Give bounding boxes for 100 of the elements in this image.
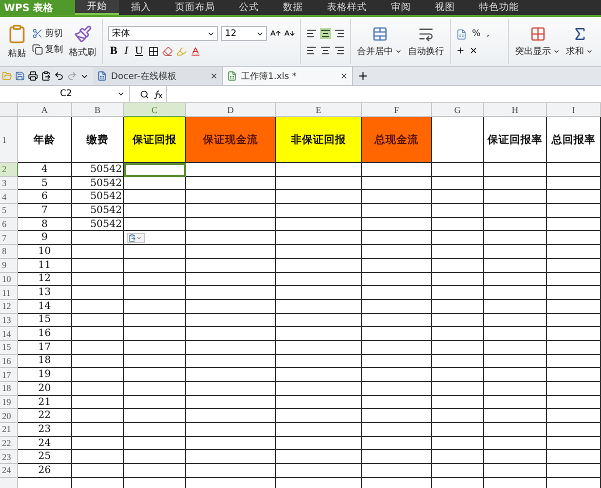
table-cell [124, 340, 186, 355]
row-header[interactable]: 19 [0, 396, 18, 410]
row-header[interactable]: 6 [0, 218, 18, 232]
align-middle-icon[interactable] [320, 28, 331, 38]
percent-button[interactable]: % [471, 29, 482, 39]
document-tab[interactable]: 工作簿1.xls * [223, 67, 353, 85]
row-header[interactable]: 11 [0, 286, 18, 300]
highlight-button[interactable]: 突出显示 [514, 44, 561, 58]
row-header[interactable]: 10 [0, 272, 18, 286]
row-header[interactable]: 13 [0, 314, 18, 328]
column-header[interactable]: I [547, 103, 601, 117]
close-icon[interactable] [340, 72, 348, 80]
table-cell: 保证回报 [124, 117, 186, 163]
sum-button[interactable]: 求和 [565, 44, 594, 58]
paste-button[interactable]: 粘贴 [7, 46, 27, 60]
menu-tab[interactable]: 表格样式 [315, 0, 380, 15]
row-header[interactable]: 14 [0, 327, 18, 341]
comma-button[interactable]: , [486, 29, 490, 39]
merge-button[interactable]: 合并居中 [356, 44, 403, 58]
brush-icon[interactable] [74, 24, 92, 42]
save-icon[interactable] [15, 71, 25, 81]
align-left-icon[interactable] [306, 44, 317, 56]
table-cell [484, 340, 547, 355]
table-cell [432, 368, 484, 382]
caret-icon[interactable] [117, 90, 125, 98]
merge-icon[interactable] [372, 26, 388, 42]
table-cell [362, 231, 432, 246]
row-header[interactable]: 7 [0, 231, 18, 246]
caret-icon [553, 48, 560, 54]
font-size-field[interactable]: 12 [221, 26, 267, 41]
align-top-icon[interactable] [306, 28, 317, 38]
column-header[interactable]: D [186, 103, 276, 117]
font-field[interactable]: 宋体 [108, 26, 218, 41]
row-header[interactable]: 21 [0, 423, 18, 437]
align-bottom-icon[interactable] [334, 28, 345, 38]
app-logo[interactable]: WPS 表格 [0, 0, 76, 15]
row-header[interactable]: 1 [0, 117, 18, 163]
table-cell [72, 436, 124, 450]
format-painter-button[interactable]: 格式刷 [68, 46, 97, 58]
table-cell [484, 204, 547, 218]
row-header[interactable]: 15 [0, 340, 18, 355]
row-header[interactable]: 3 [0, 176, 18, 190]
paste-icon[interactable] [7, 24, 27, 44]
row-header[interactable]: 18 [0, 382, 18, 396]
menu-tab[interactable]: 公式 [227, 0, 272, 15]
row-header[interactable]: 20 [0, 409, 18, 424]
menu-tab[interactable]: 视图 [423, 0, 468, 15]
row-header[interactable]: 23 [0, 450, 18, 464]
close-icon[interactable] [210, 72, 218, 80]
copy-button[interactable]: 复制 [31, 43, 64, 56]
align-right-icon[interactable] [334, 44, 345, 56]
border-icon[interactable] [148, 46, 159, 56]
table-cell [547, 231, 601, 246]
row-header[interactable]: 5 [0, 204, 18, 218]
row-header[interactable]: 16 [0, 354, 18, 368]
name-box[interactable]: C2 [0, 86, 130, 102]
menu-tab[interactable]: 插入 [119, 0, 164, 15]
font-color-icon[interactable] [190, 46, 201, 56]
row-header[interactable]: 8 [0, 245, 18, 259]
menu-tab[interactable]: 页面布局 [163, 0, 228, 15]
table-cell [124, 382, 186, 396]
paste-options-icon[interactable] [127, 233, 145, 244]
menu-tab[interactable]: 开始 [75, 0, 120, 15]
table-cell [124, 286, 186, 300]
row-header[interactable]: 24 [0, 464, 18, 478]
fill-color-icon[interactable] [176, 46, 187, 56]
table-cell [432, 258, 484, 272]
style-button[interactable]: U [133, 45, 145, 57]
column-header[interactable]: H [484, 103, 547, 117]
menu-tab[interactable]: 特色功能 [467, 0, 532, 15]
menu-tab[interactable]: 数据 [271, 0, 316, 15]
print-icon[interactable] [28, 71, 38, 81]
wrap-icon[interactable] [418, 26, 434, 42]
new-tab-icon[interactable] [357, 70, 369, 82]
document-tab[interactable]: Docer-在线模板 [93, 67, 223, 85]
row-header[interactable]: 12 [0, 300, 18, 314]
cut-button[interactable]: 剪切 [31, 27, 64, 40]
menu-tab[interactable]: 审阅 [379, 0, 424, 15]
zoom-icon[interactable] [140, 90, 149, 98]
row-header[interactable]: 22 [0, 436, 18, 450]
undo-icon[interactable] [54, 71, 64, 81]
column-header[interactable]: B [72, 103, 124, 117]
column-header[interactable]: A [18, 103, 72, 117]
table-cell [72, 368, 124, 382]
table-cell [124, 409, 186, 424]
row-header[interactable]: 4 [0, 190, 18, 204]
column-header[interactable]: G [432, 103, 484, 117]
style-button[interactable]: I [122, 45, 130, 57]
wrap-button[interactable]: 自动换行 [407, 44, 445, 58]
row-header[interactable]: 9 [0, 258, 18, 272]
eraser-icon[interactable] [162, 46, 173, 56]
row-header[interactable]: 17 [0, 368, 18, 382]
style-button[interactable]: B [108, 45, 120, 57]
function-icon[interactable] [153, 90, 163, 98]
caret-icon [136, 235, 142, 242]
table-cell [124, 258, 186, 272]
column-header[interactable]: E [276, 103, 362, 117]
column-header[interactable]: F [362, 103, 432, 117]
table-cell: 11 [18, 258, 72, 272]
align-center-icon[interactable] [320, 44, 331, 56]
